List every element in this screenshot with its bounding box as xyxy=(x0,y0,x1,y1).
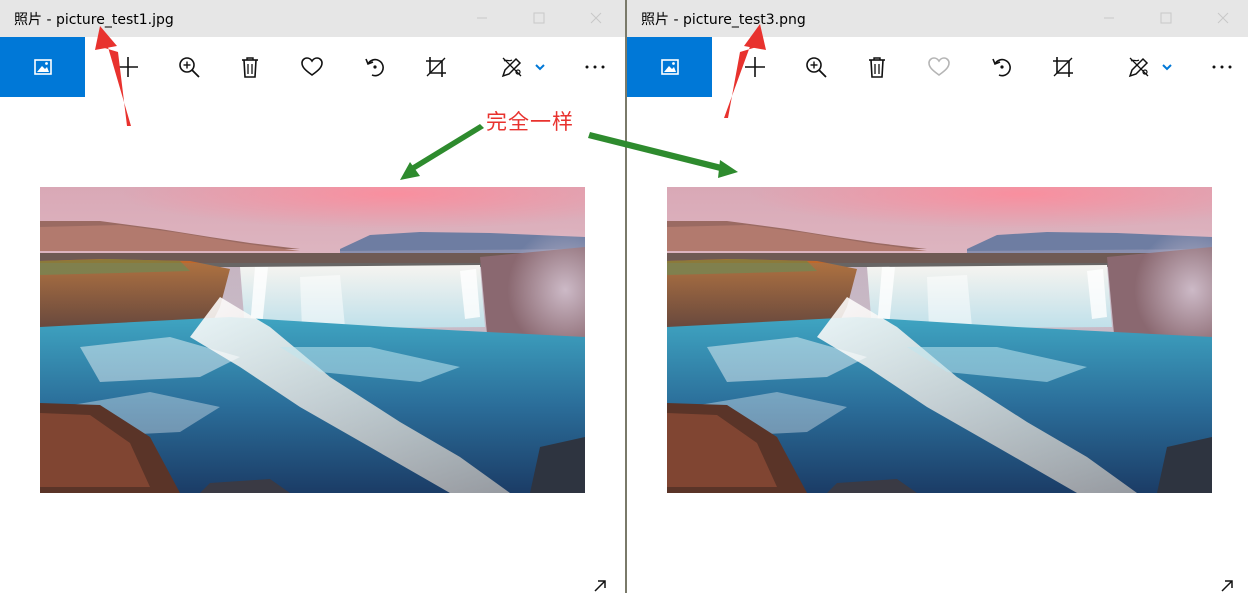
photo-toolbar xyxy=(627,37,1248,97)
desktop-screen: 照片 - picture_test1.jpg 照片 - picture_test… xyxy=(0,0,1248,593)
rotate-button[interactable] xyxy=(980,37,1024,97)
expand-button[interactable] xyxy=(1217,577,1237,593)
plus-icon xyxy=(745,57,765,77)
annotation-label: 完全一样 xyxy=(486,110,574,134)
see-all-photos-button[interactable] xyxy=(627,37,712,97)
gallery-icon xyxy=(660,59,679,75)
minimize-button[interactable] xyxy=(468,6,496,30)
edit-create-dropdown[interactable] xyxy=(1145,37,1189,97)
expand-icon xyxy=(594,580,606,592)
trash-icon xyxy=(242,57,258,78)
expand-icon xyxy=(1221,580,1233,592)
add-to-button[interactable] xyxy=(106,37,150,97)
close-button[interactable] xyxy=(1209,6,1237,30)
photo-viewer-area xyxy=(627,97,1248,593)
trash-icon xyxy=(869,57,885,78)
minimize-button[interactable] xyxy=(1095,6,1123,30)
title-bar[interactable]: 照片 - picture_test3.png xyxy=(627,0,1248,37)
heart-icon xyxy=(928,57,950,76)
photo-viewer-area xyxy=(0,97,626,593)
window-title: 照片 - picture_test1.jpg xyxy=(14,12,174,28)
zoom-button[interactable] xyxy=(794,37,838,97)
chevron-down-icon xyxy=(1162,64,1172,71)
crop-button[interactable] xyxy=(1041,37,1085,97)
add-to-button[interactable] xyxy=(733,37,777,97)
rotate-button[interactable] xyxy=(353,37,397,97)
waterfall-photo[interactable] xyxy=(40,187,585,493)
minimize-icon xyxy=(477,17,487,19)
edit-create-dropdown[interactable] xyxy=(518,37,562,97)
crop-button[interactable] xyxy=(414,37,458,97)
heart-icon xyxy=(301,57,323,76)
photos-window-right: 照片 - picture_test3.png xyxy=(627,0,1248,593)
crop-icon xyxy=(426,57,446,77)
more-icon xyxy=(1212,65,1232,69)
minimize-icon xyxy=(1104,17,1114,19)
crop-icon xyxy=(1053,57,1073,77)
delete-button[interactable] xyxy=(228,37,272,97)
maximize-button[interactable] xyxy=(1152,6,1180,30)
favorite-button[interactable] xyxy=(290,37,334,97)
more-icon xyxy=(585,65,605,69)
photos-window-left: 照片 - picture_test1.jpg xyxy=(0,0,626,593)
gallery-icon xyxy=(33,59,52,75)
chevron-down-icon xyxy=(535,64,545,71)
delete-button[interactable] xyxy=(855,37,899,97)
zoom-in-icon xyxy=(806,57,827,78)
waterfall-photo[interactable] xyxy=(667,187,1212,493)
zoom-in-icon xyxy=(179,57,200,78)
close-button[interactable] xyxy=(582,6,610,30)
see-all-photos-button[interactable] xyxy=(0,37,85,97)
favorite-button[interactable] xyxy=(917,37,961,97)
zoom-button[interactable] xyxy=(167,37,211,97)
maximize-icon xyxy=(533,12,545,24)
more-button[interactable] xyxy=(1200,37,1244,97)
rotate-icon xyxy=(365,58,384,77)
rotate-icon xyxy=(992,58,1011,77)
close-icon xyxy=(1217,12,1229,24)
maximize-button[interactable] xyxy=(525,6,553,30)
plus-icon xyxy=(118,57,138,77)
title-bar[interactable]: 照片 - picture_test1.jpg xyxy=(0,0,626,37)
maximize-icon xyxy=(1160,12,1172,24)
expand-button[interactable] xyxy=(590,577,610,593)
photo-toolbar xyxy=(0,37,626,97)
close-icon xyxy=(590,12,602,24)
window-title: 照片 - picture_test3.png xyxy=(641,12,806,28)
more-button[interactable] xyxy=(573,37,617,97)
